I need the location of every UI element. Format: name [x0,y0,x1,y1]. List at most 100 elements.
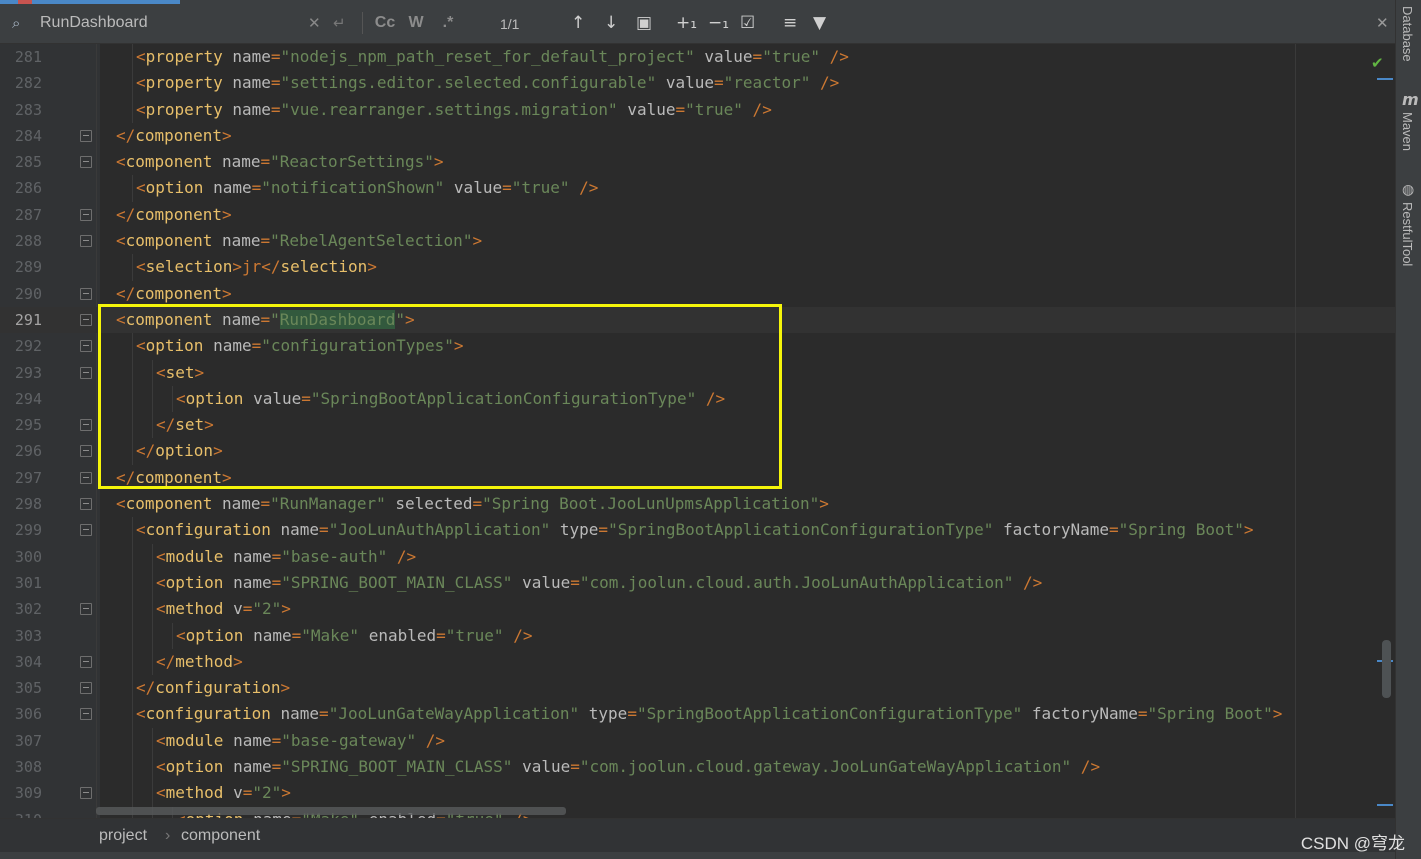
previous-occurrence-icon[interactable]: ↑ [571,13,585,33]
code-line[interactable]: 293 <set> [0,359,1395,386]
breadcrumb-item-project[interactable]: project [99,827,147,845]
fold-marker-icon[interactable] [80,419,92,432]
select-all-occurrences-icon[interactable]: ▣ [636,13,652,33]
code-line[interactable]: 288 <component name="RebelAgentSelection"… [0,228,1395,254]
indent-guide [132,569,133,597]
code-token: = [260,152,271,172]
search-icon[interactable]: ⌕ [12,14,20,32]
breadcrumb: project › component [0,818,1395,852]
database-tool-tab[interactable]: Database [1400,6,1415,62]
code-token: name [221,309,261,329]
fold-marker-icon[interactable] [80,708,92,721]
indent-guide [132,359,133,386]
fold-marker-icon[interactable] [80,340,92,353]
indent-guide [152,385,153,413]
fold-marker-icon[interactable] [80,498,92,511]
indent-guide [152,359,153,386]
line-number: 302 [14,600,42,619]
code-token: component [125,494,213,514]
code-line[interactable]: 308 <option name="SPRING_BOOT_MAIN_CLASS"… [0,754,1395,781]
code-line[interactable]: 282 <property name="settings.editor.selec… [0,70,1395,97]
restfultool-tab[interactable]: RestfulTool [1400,202,1415,266]
fold-marker-icon[interactable] [80,603,92,616]
indent-guide [132,596,133,623]
code-token: = [242,783,253,803]
code-line[interactable]: 290 </component> [0,281,1395,307]
code-line[interactable]: 300 <module name="base-auth" /> [0,543,1395,570]
code-line[interactable]: 281 <property name="nodejs_npm_path_reset… [0,44,1395,71]
code-line[interactable]: 307 <module name="base-gateway" /> [0,727,1395,755]
code-line[interactable]: 291 <component name="RunDashboard"> [0,306,1395,334]
code-token: option [185,388,244,408]
code-content: <option name="Make" enabled="true" /> [176,623,532,649]
code-token: "true" [685,99,743,119]
indent-guide [132,780,133,807]
line-number: 281 [14,48,42,66]
code-line[interactable]: 284 </component> [0,123,1395,149]
code-line[interactable]: 299 <configuration name="JooLunAuthApplic… [0,517,1395,544]
remove-occurrence-icon[interactable]: −₁ [708,13,729,33]
regex-button[interactable]: .* [436,12,460,34]
clear-search-icon[interactable]: ✕ [308,14,321,32]
code-editor[interactable]: 281 <property name="nodejs_npm_path_reset… [0,44,1395,818]
code-token: "SPRING_BOOT_MAIN_CLASS" [281,757,513,777]
fold-marker-icon[interactable] [80,787,92,800]
code-line[interactable]: 292 <option name="configurationTypes"> [0,333,1395,360]
code-line[interactable]: 296 </option> [0,438,1395,465]
fold-marker-icon[interactable] [80,129,92,142]
code-line[interactable]: 309 <method v="2"> [0,780,1395,807]
fold-marker-icon[interactable] [80,682,92,695]
maven-tool-tab[interactable]: Maven [1400,112,1415,151]
code-token: </ [156,415,176,435]
words-button[interactable]: W [404,12,428,34]
code-line[interactable]: 303 <option name="Make" enabled="true" /> [0,622,1395,649]
code-token: < [176,388,186,408]
vertical-scrollbar[interactable] [1382,640,1391,698]
code-line[interactable]: 305 </configuration> [0,675,1395,702]
horizontal-scrollbar[interactable] [96,807,566,815]
fold-marker-icon[interactable] [80,366,92,379]
code-token: configuration [145,704,271,724]
fold-marker-icon[interactable] [80,287,92,300]
code-line[interactable]: 306 <configuration name="JooLunGateWayApp… [0,701,1395,728]
fold-marker-icon[interactable] [80,471,92,484]
code-line[interactable]: 286 <option name="notificationShown" valu… [0,175,1395,202]
code-line[interactable]: 283 <property name="vue.rearranger.settin… [0,96,1395,123]
code-token: name [280,704,320,724]
fold-marker-icon[interactable] [80,313,92,326]
code-line[interactable]: 304 </method> [0,648,1395,676]
code-line[interactable]: 295 </set> [0,412,1395,439]
no-problems-check-icon[interactable]: ✔ [1371,54,1384,72]
code-line[interactable]: 285 <component name="ReactorSettings"> [0,149,1395,175]
search-input[interactable] [40,10,310,36]
select-all-matches-icon[interactable]: ☑ [740,13,755,33]
code-token: = [271,546,282,566]
code-line[interactable]: 289 <selection>jr</selection> [0,254,1395,281]
fold-marker-icon[interactable] [80,445,92,458]
close-find-icon[interactable]: ✕ [1376,14,1389,32]
add-occurrence-icon[interactable]: +₁ [676,13,697,33]
fold-marker-icon[interactable] [80,208,92,221]
code-line[interactable]: 297 </component> [0,465,1395,491]
code-line[interactable]: 298 <component name="RunManager" selected… [0,491,1395,517]
code-token: component [125,231,213,251]
next-occurrence-icon[interactable]: ↓ [604,13,618,33]
code-token: > [453,336,464,356]
fold-marker-icon[interactable] [80,655,92,668]
code-line[interactable]: 301 <option name="SPRING_BOOT_MAIN_CLASS"… [0,569,1395,597]
code-line[interactable]: 302 <method v="2"> [0,596,1395,623]
code-token: > [221,467,232,487]
line-number: 310 [0,807,42,818]
filter-options-icon[interactable]: ≡ [783,13,797,33]
breadcrumb-item-component[interactable]: component [181,827,260,845]
fold-marker-icon[interactable] [80,156,92,169]
code-token: "ReactorSettings" [270,152,434,172]
match-case-button[interactable]: Cc [372,12,398,34]
new-line-icon[interactable]: ↵ [333,14,346,32]
code-line[interactable]: 294 <option value="SpringBootApplicationC… [0,385,1395,413]
code-line[interactable]: 287 </component> [0,202,1395,228]
filter-icon[interactable]: ▼ [813,13,826,33]
fold-marker-icon[interactable] [80,524,92,537]
match-count: 1/1 [500,16,520,32]
fold-marker-icon[interactable] [80,235,92,248]
